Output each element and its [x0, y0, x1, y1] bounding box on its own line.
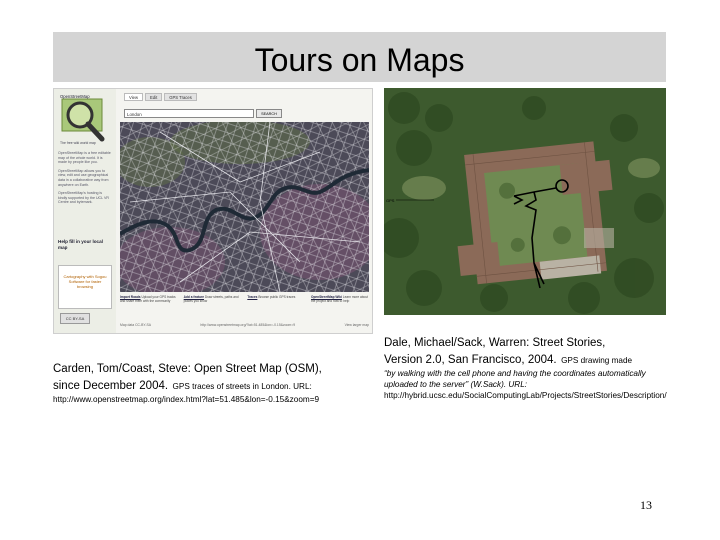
- tab-gps-traces[interactable]: GPS Traces: [164, 93, 197, 101]
- osm-sidebar-text: OpenStreetMap is a free editable map of …: [58, 151, 112, 209]
- sidebar-paragraph: OpenStreetMap is a free editable map of …: [58, 151, 111, 165]
- tab-view[interactable]: View: [124, 93, 144, 101]
- title-bar: Tours on Maps: [53, 32, 666, 82]
- cc-license-badge[interactable]: CC BY-SA: [60, 313, 90, 324]
- right-caption-version: Version 2.0, San Francisco, 2004.: [384, 354, 557, 366]
- footer-mid[interactable]: http://www.openstreetmap.org/?lat=51.485…: [200, 323, 295, 327]
- sidebar-paragraph: OpenStreetMap's hosting is kindly suppor…: [58, 191, 110, 205]
- left-caption-authors: Carden, Tom/Coast, Steve: Open Street Ma…: [53, 363, 322, 375]
- osm-screenshot: OpenStreetMap The free wiki world map Op…: [53, 88, 373, 334]
- osm-logo-label: OpenStreetMap: [60, 94, 90, 99]
- footer-right[interactable]: View larger map: [345, 323, 369, 327]
- footer-left: Map data CC-BY-SA: [120, 323, 151, 327]
- sidebar-paragraph: OpenStreetMap allows you to view, edit a…: [58, 168, 109, 187]
- map-link-title: Traces: [247, 295, 258, 299]
- right-caption-quote: “by walking with the cell phone and havi…: [384, 369, 646, 389]
- map-link[interactable]: Add a feature Draw streets, paths and pl…: [184, 295, 242, 303]
- slide-number: 13: [640, 498, 652, 512]
- right-caption-url[interactable]: http://hybrid.ucsc.edu/SocialComputingLa…: [384, 390, 674, 401]
- osm-ad-text: Cartography with Sogou Software for fast…: [63, 274, 107, 289]
- satellite-photo: GPS: [384, 88, 666, 315]
- osm-logo-magnifier-icon: OpenStreetMap The free wiki world map: [60, 94, 105, 145]
- london-map-svg: [120, 122, 369, 292]
- left-caption-detail: GPS traces of streets in London. URL:: [172, 382, 312, 391]
- right-caption-authors: Dale, Michael/Sack, Warren: Street Stori…: [384, 337, 606, 349]
- map-link[interactable]: Traces Browse public GPS traces: [247, 295, 305, 303]
- left-caption: Carden, Tom/Coast, Steve: Open Street Ma…: [53, 362, 373, 405]
- osm-sidebar: OpenStreetMap The free wiki world map Op…: [54, 89, 116, 333]
- left-caption-url[interactable]: http://www.openstreetmap.org/index.html?…: [53, 394, 373, 405]
- map-link-text: Browse public GPS traces: [258, 295, 296, 299]
- left-caption-since: since December 2004.: [53, 380, 169, 392]
- slide-title: Tours on Maps: [254, 42, 465, 78]
- osm-footer: Map data CC-BY-SA http://www.openstreetm…: [120, 323, 369, 327]
- osm-map-links: Import Roads Upload your GPS tracks and …: [120, 295, 369, 303]
- right-caption-detail: GPS drawing made: [561, 356, 633, 365]
- london-gps-map[interactable]: [120, 122, 369, 292]
- osm-search-button[interactable]: SEARCH: [256, 109, 282, 118]
- pavement: [584, 228, 614, 248]
- osm-news-title[interactable]: Help fill in your local map: [58, 239, 112, 250]
- right-caption: Dale, Michael/Sack, Warren: Street Stori…: [384, 336, 674, 401]
- osm-search-input[interactable]: London: [124, 109, 254, 118]
- building-wing: [457, 242, 501, 277]
- tab-edit[interactable]: Edit: [145, 93, 163, 101]
- satellite-svg: GPS: [384, 88, 666, 315]
- sat-annotation-label: GPS: [386, 198, 395, 203]
- osm-logo-subtitle: The free wiki world map: [60, 141, 96, 145]
- map-link[interactable]: OpenStreetMap Wiki Learn more about the …: [311, 295, 369, 303]
- map-link[interactable]: Import Roads Upload your GPS tracks and …: [120, 295, 178, 303]
- osm-tabs: View Edit GPS Traces: [124, 93, 197, 101]
- osm-ad-box[interactable]: Cartography with Sogou Software for fast…: [58, 265, 112, 309]
